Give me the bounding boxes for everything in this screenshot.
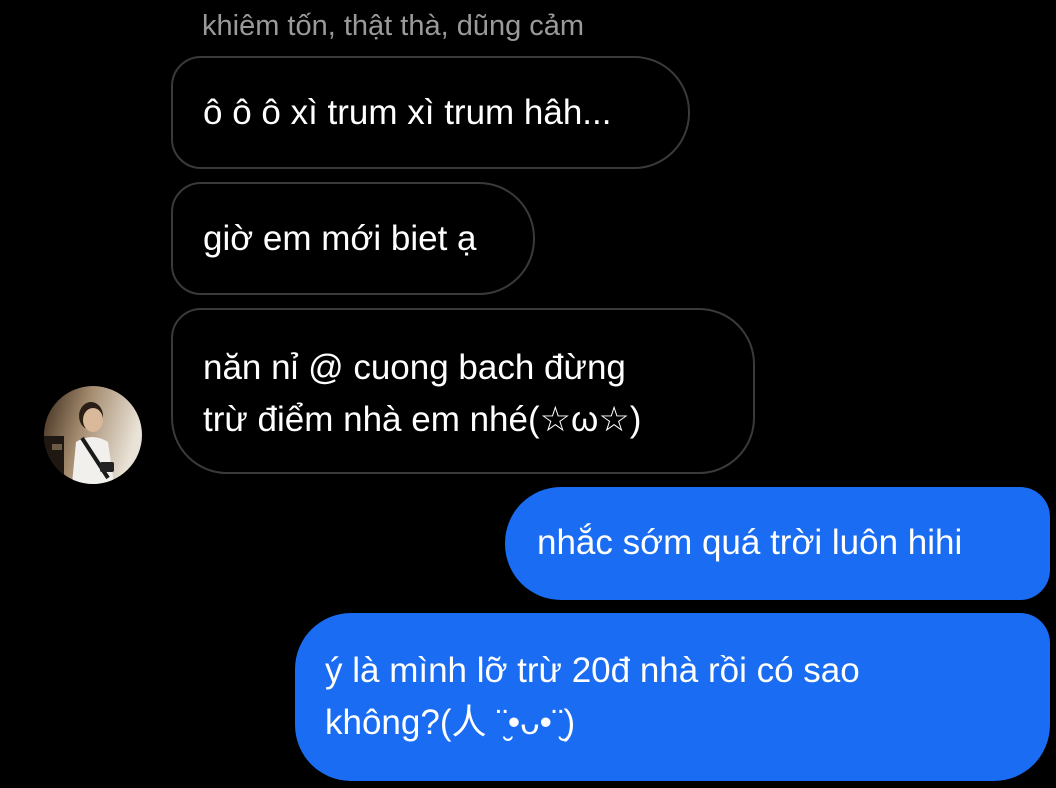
message-text: trừ điểm nhà em nhé(☆ω☆) <box>203 400 642 439</box>
message-text: ý là mình lỡ trừ 20đ nhà rồi có sao <box>325 651 860 690</box>
incoming-message-bubble[interactable]: ô ô ô xì trum xì trum hâh... <box>171 56 690 169</box>
outgoing-message-bubble[interactable]: ý là mình lỡ trừ 20đ nhà rồi có sao khôn… <box>295 613 1050 781</box>
message-text: không?(人 ¨̮•ᴗ•¨̮) <box>325 703 576 742</box>
avatar-photo-icon <box>44 386 142 484</box>
incoming-message-bubble[interactable]: giờ em mới biet ạ <box>171 182 535 295</box>
incoming-message-bubble[interactable]: năn nỉ @ cuong bach đừng trừ điểm nhà em… <box>171 308 755 474</box>
message-text: nhắc sớm quá trời luôn hihi <box>537 523 963 562</box>
message-text: ô ô ô xì trum xì trum hâh... <box>203 93 612 132</box>
message-text: năn nỉ @ cuong bach đừng <box>203 348 626 387</box>
sender-avatar[interactable] <box>44 386 142 484</box>
previous-message-text: khiêm tốn, thật thà, dũng cảm <box>202 10 585 42</box>
message-text: giờ em mới biet ạ <box>203 219 477 258</box>
outgoing-message-bubble[interactable]: nhắc sớm quá trời luôn hihi <box>505 487 1050 600</box>
